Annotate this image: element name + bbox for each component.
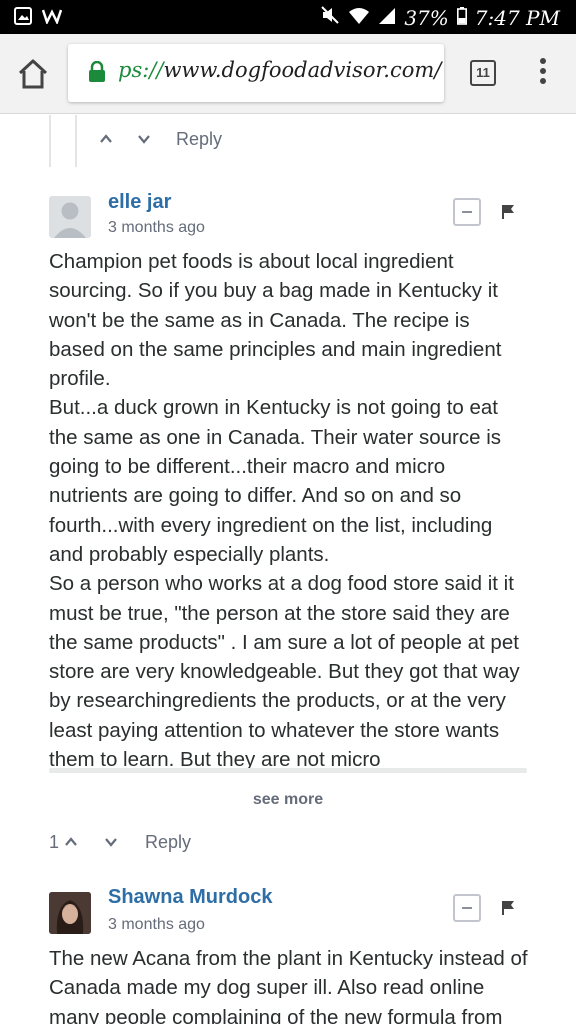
battery-percent: 37%	[404, 5, 449, 30]
image-icon	[14, 7, 32, 30]
avatar[interactable]	[49, 892, 91, 934]
flag-icon[interactable]	[501, 204, 515, 220]
comment-body: The new Acana from the plant in Kentucky…	[49, 944, 529, 1024]
overflow-menu-icon[interactable]	[538, 58, 548, 90]
comment-actions: 1 Reply	[49, 832, 191, 853]
comment-paragraph: So a person who works at a dog food stor…	[49, 572, 520, 772]
comment-paragraph: Champion pet foods is about local ingred…	[49, 250, 502, 391]
comment-paragraph: The new Acana from the plant in Kentucky…	[49, 947, 528, 1024]
comment-author[interactable]: Shawna Murdock	[108, 886, 272, 909]
url-host: www.dogfoodadvisor.com/	[163, 58, 442, 82]
comment-timestamp[interactable]: 3 months ago	[108, 916, 205, 934]
address-bar[interactable]: ps://www.dogfoodadvisor.com/	[68, 44, 444, 102]
battery-icon	[456, 6, 467, 30]
comments-thread: Reply elle jar 3 months ago Champion pet…	[0, 115, 576, 1024]
previous-comment-actions: Reply	[100, 129, 222, 150]
w-app-icon	[41, 8, 63, 29]
home-icon[interactable]	[16, 58, 50, 90]
wifi-icon	[348, 6, 370, 30]
comment-paragraph: But...a duck grown in Kentucky is not go…	[49, 396, 502, 566]
comment: elle jar 3 months ago Champion pet foods…	[49, 191, 529, 895]
flag-icon[interactable]	[501, 900, 515, 916]
reply-thread-line	[49, 115, 77, 167]
comment-timestamp[interactable]: 3 months ago	[108, 219, 205, 237]
status-bar: 37% 7:47 PM	[0, 0, 576, 34]
collapse-button[interactable]	[453, 198, 481, 226]
signal-icon	[378, 6, 396, 30]
comment: Shawna Murdock 3 months ago The new Acan…	[49, 886, 529, 1024]
url-scheme: ps://	[118, 58, 164, 82]
see-more-link[interactable]: see more	[0, 791, 576, 809]
upvote-chevron-icon[interactable]	[100, 129, 112, 150]
url-text: ps://www.dogfoodadvisor.com/	[118, 58, 441, 82]
upvote-chevron-icon[interactable]	[65, 832, 77, 853]
collapse-button[interactable]	[453, 894, 481, 922]
comment-body: Champion pet foods is about local ingred…	[49, 247, 529, 774]
mute-icon	[320, 5, 340, 30]
tab-switcher-button[interactable]: 11	[470, 60, 496, 86]
clock: 7:47 PM	[474, 5, 560, 30]
truncation-divider	[49, 768, 527, 773]
comment-author[interactable]: elle jar	[108, 191, 171, 214]
downvote-chevron-icon[interactable]	[138, 129, 150, 150]
browser-toolbar: ps://www.dogfoodadvisor.com/ 11	[0, 34, 576, 114]
downvote-chevron-icon[interactable]	[105, 832, 117, 853]
reply-button[interactable]: Reply	[145, 832, 191, 853]
avatar[interactable]	[49, 196, 91, 238]
vote-count: 1	[49, 832, 60, 852]
reply-button[interactable]: Reply	[176, 129, 222, 150]
lock-icon	[88, 60, 106, 88]
